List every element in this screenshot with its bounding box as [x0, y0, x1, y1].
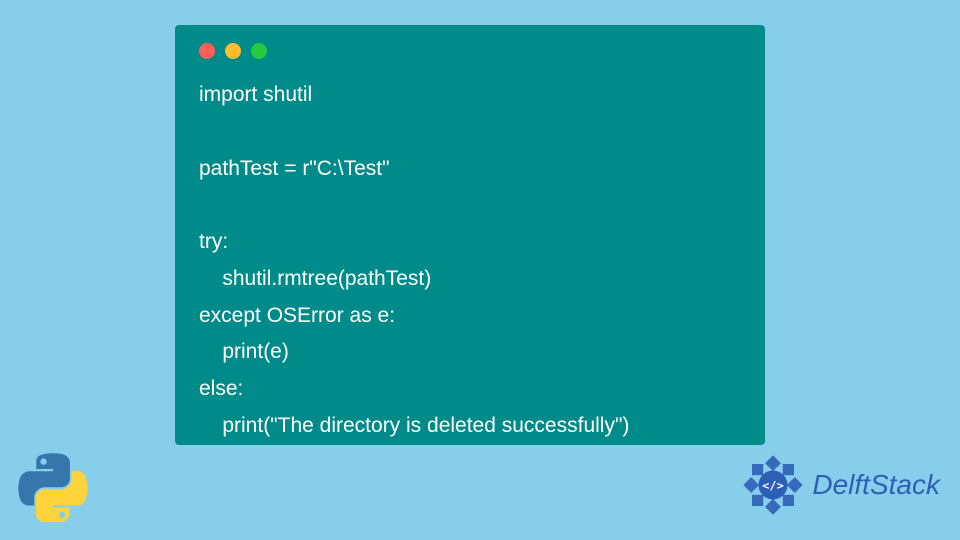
delftstack-badge-icon: </>: [740, 452, 806, 518]
code-window: import shutil pathTest = r"C:\Test" try:…: [175, 25, 765, 445]
close-icon: [199, 43, 215, 59]
delftstack-brand-text: DelftStack: [812, 469, 940, 501]
maximize-icon: [251, 43, 267, 59]
traffic-lights: [199, 43, 741, 59]
code-content: import shutil pathTest = r"C:\Test" try:…: [199, 77, 741, 445]
minimize-icon: [225, 43, 241, 59]
python-logo-icon: [18, 452, 88, 522]
delftstack-logo: </> DelftStack: [740, 452, 940, 518]
svg-text:</>: </>: [763, 479, 784, 493]
